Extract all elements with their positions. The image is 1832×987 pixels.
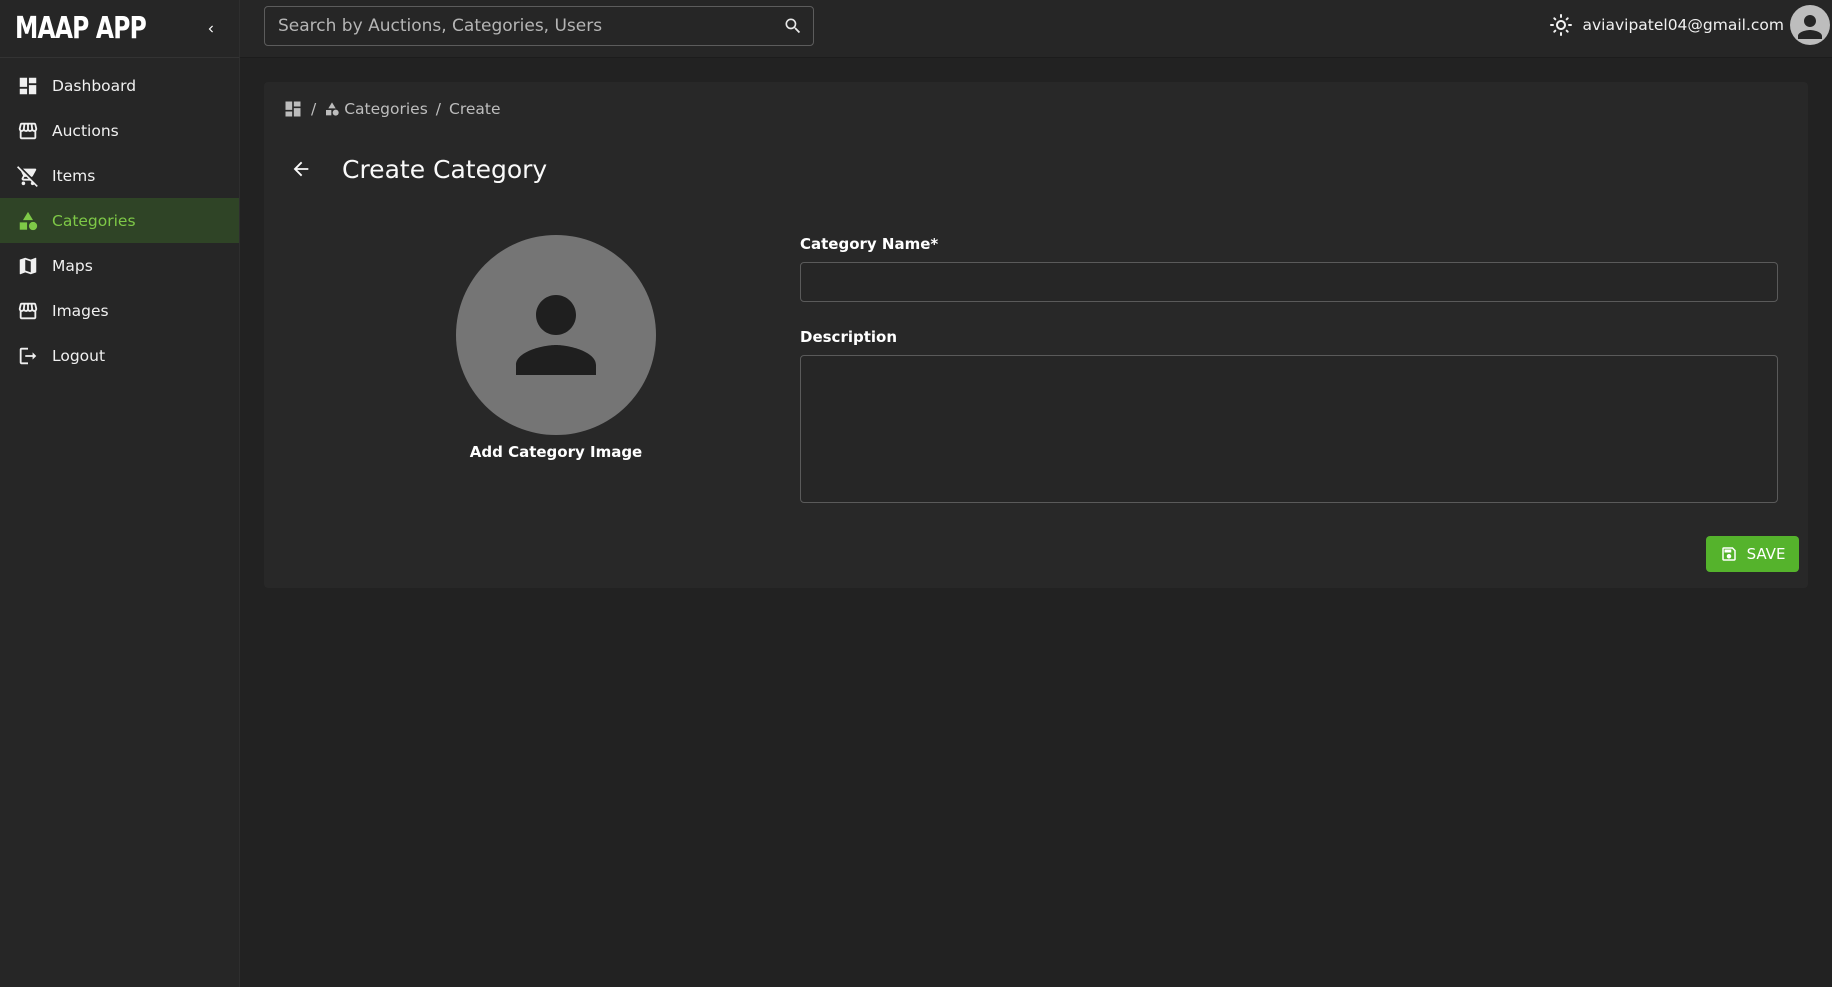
- breadcrumb-categories-label: Categories: [344, 100, 428, 118]
- sidebar-item-logout[interactable]: Logout: [0, 333, 239, 378]
- category-form: Category Name* Description: [800, 235, 1778, 507]
- category-shapes-icon: [326, 102, 339, 116]
- breadcrumb-separator: /: [311, 100, 317, 118]
- search-icon[interactable]: [773, 16, 813, 36]
- avatar[interactable]: [1790, 5, 1830, 45]
- sidebar-nav: Dashboard Auctions Items Categories Maps: [0, 63, 239, 378]
- sidebar: MAAP APP Dashboard Auctions Items Catego…: [0, 0, 240, 987]
- sidebar-item-categories[interactable]: Categories: [0, 198, 239, 243]
- create-category-card: / Categories / Create Create Category Ad…: [264, 82, 1808, 588]
- storefront-icon: [17, 300, 39, 322]
- sidebar-item-items[interactable]: Items: [0, 153, 239, 198]
- description-label: Description: [800, 328, 898, 346]
- category-image-upload: Add Category Image: [456, 235, 656, 461]
- breadcrumb: / Categories / Create: [283, 99, 501, 119]
- save-icon: [1720, 545, 1738, 563]
- sidebar-item-label: Logout: [52, 346, 106, 365]
- sidebar-item-label: Categories: [52, 211, 136, 230]
- sidebar-item-dashboard[interactable]: Dashboard: [0, 63, 239, 108]
- storefront-icon: [17, 120, 39, 142]
- sidebar-item-label: Dashboard: [52, 76, 137, 95]
- chevron-left-icon: [208, 25, 213, 32]
- save-button[interactable]: SAVE: [1706, 536, 1799, 572]
- sidebar-item-images[interactable]: Images: [0, 288, 239, 333]
- breadcrumb-separator: /: [435, 100, 442, 118]
- sidebar-item-auctions[interactable]: Auctions: [0, 108, 239, 153]
- add-category-image-label: Add Category Image: [469, 443, 643, 461]
- sidebar-item-maps[interactable]: Maps: [0, 243, 239, 288]
- arrow-back-icon: [293, 161, 309, 177]
- sidebar-item-label: Maps: [52, 256, 93, 275]
- app-title: MAAP APP: [15, 11, 147, 46]
- save-button-label: SAVE: [1746, 545, 1786, 563]
- top-bar: aviavipatel04@gmail.com: [240, 0, 1832, 58]
- page-title: Create Category: [342, 154, 548, 184]
- sidebar-item-label: Auctions: [52, 121, 119, 140]
- brightness-icon[interactable]: [1548, 12, 1574, 38]
- breadcrumb-current: Create: [449, 100, 501, 118]
- logout-icon: [17, 345, 39, 367]
- map-icon: [17, 255, 39, 277]
- search-input[interactable]: [265, 7, 773, 45]
- collapse-sidebar-button[interactable]: [199, 17, 223, 41]
- category-name-label: Category Name*: [800, 235, 939, 253]
- back-button[interactable]: [286, 154, 316, 184]
- person-icon: [516, 295, 596, 375]
- category-shapes-icon: [17, 210, 39, 232]
- brand-bar: MAAP APP: [0, 0, 239, 58]
- search-box: [264, 6, 814, 46]
- sidebar-item-label: Items: [52, 166, 96, 185]
- category-image-placeholder[interactable]: [456, 235, 656, 435]
- dashboard-icon: [17, 75, 39, 97]
- cart-icon: [17, 165, 39, 187]
- breadcrumb-home[interactable]: [283, 99, 303, 119]
- user-email: aviavipatel04@gmail.com: [1582, 16, 1784, 34]
- sidebar-item-label: Images: [52, 301, 109, 320]
- breadcrumb-categories[interactable]: Categories: [324, 100, 428, 118]
- category-name-field[interactable]: [800, 262, 1778, 302]
- user-area: aviavipatel04@gmail.com: [1548, 0, 1832, 50]
- description-field[interactable]: [800, 355, 1778, 503]
- dashboard-icon: [285, 101, 301, 117]
- person-icon: [1798, 15, 1822, 39]
- page-header: Create Category: [286, 154, 547, 184]
